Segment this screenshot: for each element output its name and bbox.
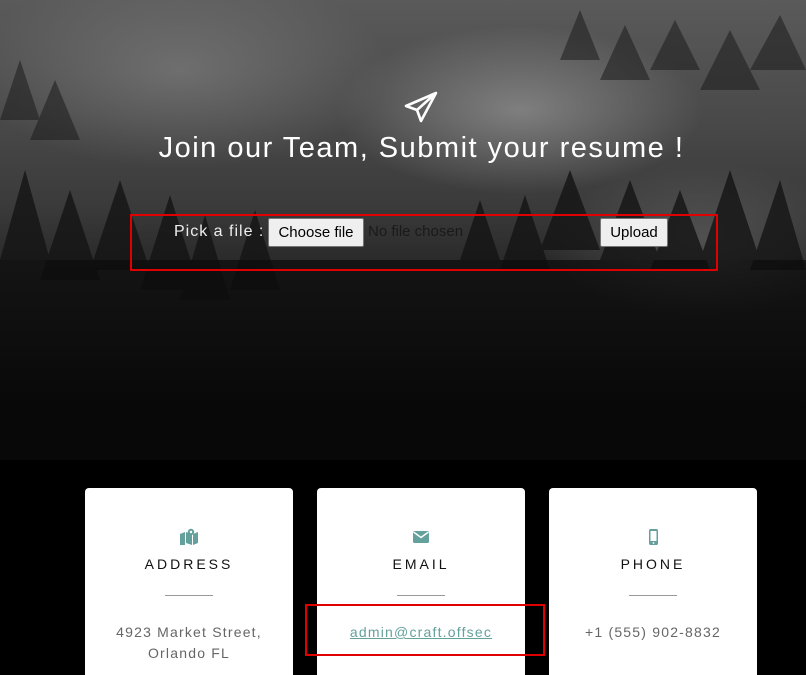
file-picker-label: Pick a file : bbox=[174, 223, 265, 240]
divider bbox=[165, 595, 213, 596]
email-highlight bbox=[305, 604, 545, 656]
phone-title: PHONE bbox=[620, 556, 686, 572]
phone-card: PHONE +1 (555) 902-8832 bbox=[549, 488, 757, 675]
divider bbox=[397, 595, 445, 596]
page-title: Join our Team, Submit your resume ! bbox=[158, 132, 685, 164]
map-icon bbox=[180, 528, 198, 545]
email-title: EMAIL bbox=[392, 556, 450, 572]
choose-file-button[interactable]: Choose file bbox=[268, 218, 364, 247]
paper-plane-icon bbox=[404, 91, 438, 123]
divider bbox=[629, 595, 677, 596]
phone-value: +1 (555) 902-8832 bbox=[585, 624, 721, 640]
address-card: ADDRESS 4923 Market Street, Orlando FL bbox=[85, 488, 293, 675]
address-value: 4923 Market Street, Orlando FL bbox=[85, 622, 293, 664]
upload-button[interactable]: Upload bbox=[600, 218, 668, 247]
file-status-text: No file chosen bbox=[368, 223, 464, 240]
mobile-phone-icon bbox=[649, 529, 658, 545]
hero-section: Join our Team, Submit your resume ! Pick… bbox=[0, 0, 806, 460]
envelope-icon bbox=[413, 531, 429, 543]
address-line-1: 4923 Market Street, bbox=[116, 624, 262, 640]
address-title: ADDRESS bbox=[144, 556, 234, 572]
address-line-2: Orlando FL bbox=[147, 645, 231, 661]
